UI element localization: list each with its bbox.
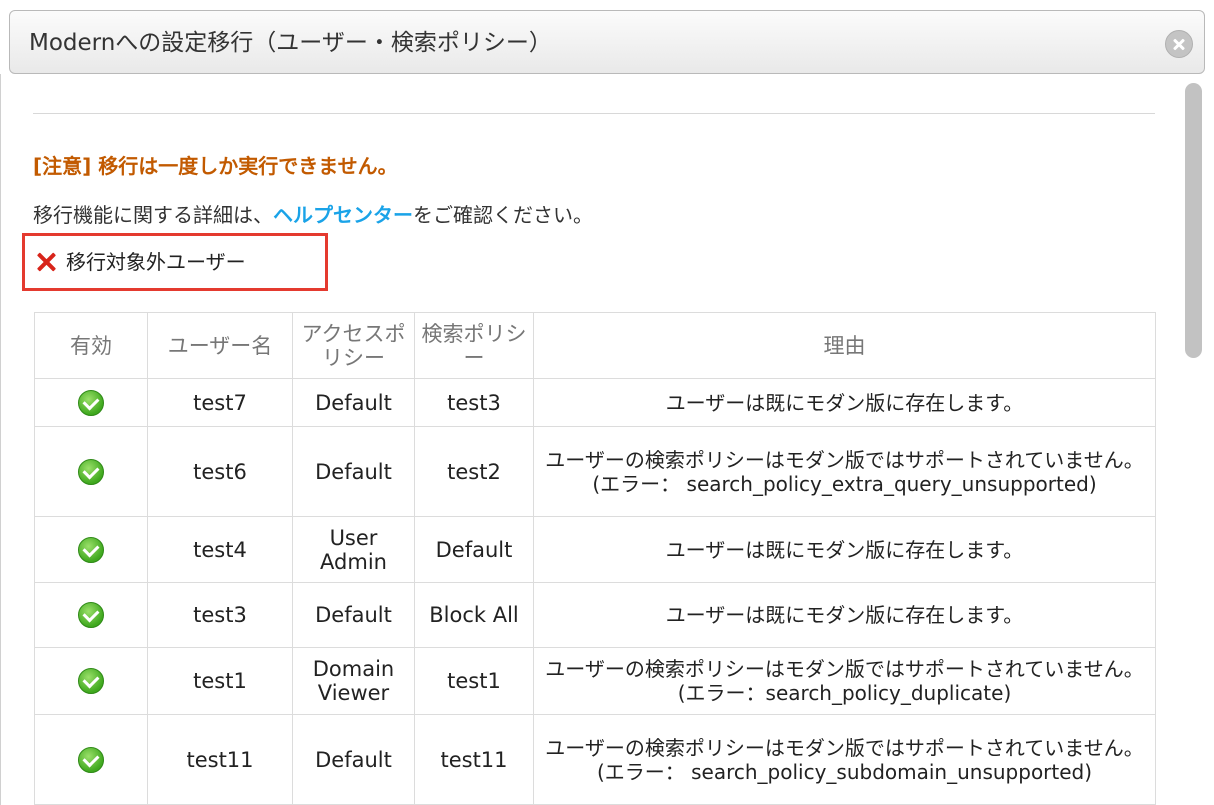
- table-row: test4 User Admin Default ユーザーは既にモダン版に存在し…: [34, 516, 1156, 583]
- column-header-enabled: 有効: [34, 312, 148, 379]
- excluded-users-table: 有効 ユーザー名 アクセスポリシー 検索ポリシー 理由 test7 Defaul…: [34, 312, 1156, 805]
- excluded-users-label: 移行対象外ユーザー: [66, 250, 246, 274]
- access-policy-cell: Domain Viewer: [292, 647, 415, 715]
- vertical-scrollbar[interactable]: [1180, 80, 1214, 805]
- search-policy-cell: test3: [414, 378, 534, 427]
- reason-cell: ユーザーは既にモダン版に存在します。: [533, 516, 1156, 583]
- access-policy-cell: Default: [292, 426, 415, 517]
- table-row: test3 Default Block All ユーザーは既にモダン版に存在しま…: [34, 582, 1156, 648]
- username-cell: test4: [147, 516, 293, 583]
- dialog-content: [注意] 移行は一度しか実行できません。 移行機能に関する詳細は、ヘルプセンター…: [0, 74, 1180, 805]
- check-circle-icon: [78, 668, 104, 694]
- close-icon[interactable]: [1165, 30, 1193, 58]
- table-row: test7 Default test3 ユーザーは既にモダン版に存在します。: [34, 378, 1156, 427]
- check-circle-icon: [78, 602, 104, 628]
- search-policy-cell: test2: [414, 426, 534, 517]
- username-cell: test1: [147, 647, 293, 715]
- access-policy-cell: Default: [292, 714, 415, 805]
- enabled-cell: [34, 516, 148, 583]
- table-header-row: 有効 ユーザー名 アクセスポリシー 検索ポリシー 理由: [34, 312, 1156, 379]
- access-policy-cell: User Admin: [292, 516, 415, 583]
- enabled-cell: [34, 647, 148, 715]
- table-row: test1 Domain Viewer test1 ユーザーの検索ポリシーはモダ…: [34, 647, 1156, 715]
- search-policy-cell: Block All: [414, 582, 534, 648]
- info-suffix: をご確認ください。: [413, 203, 593, 227]
- username-cell: test11: [147, 714, 293, 805]
- info-message: 移行機能に関する詳細は、ヘルプセンターをご確認ください。: [33, 199, 593, 228]
- enabled-cell: [34, 426, 148, 517]
- column-header-access-policy: アクセスポリシー: [292, 312, 415, 379]
- username-cell: test6: [147, 426, 293, 517]
- check-circle-icon: [78, 458, 104, 485]
- table-row: test6 Default test2 ユーザーの検索ポリシーはモダン版ではサポ…: [34, 426, 1156, 517]
- column-header-username: ユーザー名: [147, 312, 293, 379]
- excluded-users-heading: 移行対象外ユーザー: [22, 233, 328, 291]
- column-header-search-policy: 検索ポリシー: [414, 312, 534, 379]
- table-row: test11 Default test11 ユーザーの検索ポリシーはモダン版では…: [34, 714, 1156, 805]
- search-policy-cell: test11: [414, 714, 534, 805]
- dialog-title: Modernへの設定移行（ユーザー・検索ポリシー）: [29, 30, 552, 56]
- enabled-cell: [34, 378, 148, 427]
- x-icon: [35, 251, 57, 273]
- scrollbar-thumb[interactable]: [1185, 83, 1202, 358]
- check-circle-icon: [78, 746, 104, 773]
- info-prefix: 移行機能に関する詳細は、: [33, 203, 273, 227]
- help-center-link[interactable]: ヘルプセンター: [273, 203, 413, 227]
- dialog-titlebar[interactable]: Modernへの設定移行（ユーザー・検索ポリシー）: [9, 10, 1205, 74]
- migration-dialog: Modernへの設定移行（ユーザー・検索ポリシー） [注意] 移行は一度しか実行…: [0, 0, 1214, 805]
- reason-cell: ユーザーの検索ポリシーはモダン版ではサポートされていません。 (エラー：sear…: [533, 647, 1156, 715]
- reason-cell: ユーザーは既にモダン版に存在します。: [533, 378, 1156, 427]
- column-header-reason: 理由: [533, 312, 1156, 379]
- reason-cell: ユーザーは既にモダン版に存在します。: [533, 582, 1156, 648]
- reason-cell: ユーザーの検索ポリシーはモダン版ではサポートされていません。 (エラー： sea…: [533, 426, 1156, 517]
- search-policy-cell: Default: [414, 516, 534, 583]
- reason-cell: ユーザーの検索ポリシーはモダン版ではサポートされていません。 (エラー： sea…: [533, 714, 1156, 805]
- access-policy-cell: Default: [292, 378, 415, 427]
- divider: [33, 113, 1155, 114]
- check-circle-icon: [78, 536, 104, 563]
- enabled-cell: [34, 582, 148, 648]
- username-cell: test7: [147, 378, 293, 427]
- check-circle-icon: [78, 389, 104, 416]
- enabled-cell: [34, 714, 148, 805]
- username-cell: test3: [147, 582, 293, 648]
- access-policy-cell: Default: [292, 582, 415, 648]
- search-policy-cell: test1: [414, 647, 534, 715]
- warning-message: [注意] 移行は一度しか実行できません。: [33, 154, 398, 178]
